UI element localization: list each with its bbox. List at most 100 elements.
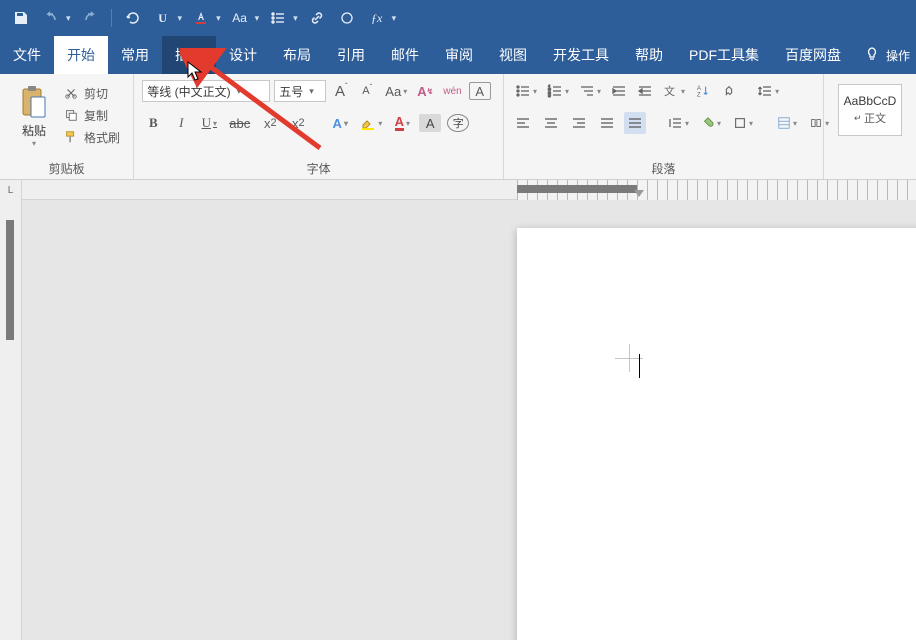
- tab-mail[interactable]: 邮件: [378, 36, 432, 74]
- bold-button[interactable]: B: [142, 112, 164, 134]
- quick-access-bar: ▾ U ▾ ▾ Aa ▾ ▾ ƒx ▾: [0, 0, 916, 36]
- tab-help[interactable]: 帮助: [622, 36, 676, 74]
- align-center-button[interactable]: [540, 112, 562, 134]
- text-caret: [639, 354, 640, 378]
- tab-file[interactable]: 文件: [0, 36, 54, 74]
- tab-baidu[interactable]: 百度网盘: [772, 36, 854, 74]
- menu-tabs-bar: 文件 开始 常用 插入 设计 布局 引用 邮件 审阅 视图 开发工具 帮助 PD…: [0, 36, 916, 74]
- cut-button[interactable]: 剪切: [60, 82, 124, 104]
- tabs-right: 操作: [858, 36, 916, 74]
- tell-me[interactable]: 操作: [886, 47, 910, 64]
- underline-dropdown-icon[interactable]: ▾: [176, 13, 185, 24]
- font-color-icon[interactable]: [188, 5, 214, 31]
- increase-indent-button[interactable]: [634, 80, 656, 102]
- tab-insert[interactable]: 插入: [162, 36, 216, 74]
- chevron-down-icon: ▾: [237, 86, 242, 97]
- save-icon[interactable]: [8, 5, 34, 31]
- strikethrough-button[interactable]: abc: [226, 112, 253, 134]
- horizontal-ruler[interactable]: L: [0, 180, 916, 200]
- function-icon[interactable]: ƒx: [364, 5, 390, 31]
- multilevel-list-button[interactable]: ▾: [576, 80, 604, 102]
- char-shading-button[interactable]: A: [419, 114, 441, 132]
- enclose-char-button[interactable]: 字: [447, 114, 469, 132]
- shrink-font-button[interactable]: Aˇ: [356, 80, 378, 102]
- refresh-icon[interactable]: [120, 5, 146, 31]
- tab-selector-icon[interactable]: L: [0, 180, 22, 200]
- bulb-icon[interactable]: [864, 46, 880, 65]
- tab-developer[interactable]: 开发工具: [540, 36, 622, 74]
- highlight-button[interactable]: ▾: [357, 112, 385, 134]
- copy-button[interactable]: 复制: [60, 104, 124, 126]
- group-label-paragraph: 段落: [504, 160, 823, 177]
- vertical-ruler[interactable]: [0, 200, 22, 640]
- font-size-combo[interactable]: 五号 ▾: [274, 80, 326, 102]
- shading-button[interactable]: ▾: [698, 112, 724, 134]
- group-styles: AaBbCcD ↵ 正文: [824, 74, 916, 179]
- qa-separator: [111, 9, 112, 27]
- character-border-button[interactable]: A: [469, 82, 491, 100]
- paste-label: 粘贴: [22, 122, 46, 139]
- phonetic-guide-button[interactable]: wén: [440, 80, 464, 102]
- grow-font-button[interactable]: Aˆ: [330, 80, 352, 102]
- font-color-dropdown-icon[interactable]: ▾: [214, 13, 223, 24]
- paste-dropdown-icon[interactable]: ▾: [32, 139, 36, 148]
- tab-common[interactable]: 常用: [108, 36, 162, 74]
- line-spacing2-button[interactable]: ▾: [664, 112, 692, 134]
- clear-formatting-button[interactable]: A↯: [414, 80, 436, 102]
- superscript-button[interactable]: x2: [287, 112, 309, 134]
- font-name-combo[interactable]: 等线 (中文正文) ▾: [142, 80, 270, 102]
- group-paragraph: ▾ 123▾ ▾ 文▾ AZ: [504, 74, 824, 179]
- tab-review[interactable]: 审阅: [432, 36, 486, 74]
- line-spacing-button[interactable]: ▾: [754, 80, 782, 102]
- bullets-button[interactable]: ▾: [512, 80, 540, 102]
- document-page[interactable]: [517, 228, 916, 640]
- caret-guide: [629, 344, 630, 372]
- ruler-margin-indicator: [517, 185, 637, 193]
- font-size-value: 五号: [279, 83, 303, 100]
- style-normal[interactable]: AaBbCcD ↵ 正文: [838, 84, 902, 136]
- link-icon[interactable]: [304, 5, 330, 31]
- numbering-button[interactable]: 123▾: [544, 80, 572, 102]
- subscript-button[interactable]: x2: [259, 112, 281, 134]
- borders-button[interactable]: ▾: [730, 112, 756, 134]
- style-sample: AaBbCcD: [844, 94, 897, 108]
- circle-icon[interactable]: [334, 5, 360, 31]
- align-justify-button[interactable]: [596, 112, 618, 134]
- tab-home[interactable]: 开始: [54, 36, 108, 74]
- paste-button[interactable]: [13, 84, 55, 120]
- ruler-margin-indicator: [6, 220, 14, 340]
- case-dropdown-icon[interactable]: ▾: [253, 13, 262, 24]
- tab-view[interactable]: 视图: [486, 36, 540, 74]
- indent-marker-icon[interactable]: [634, 190, 644, 197]
- underline-icon[interactable]: U: [150, 5, 176, 31]
- undo-icon[interactable]: [38, 5, 64, 31]
- italic-button[interactable]: I: [170, 112, 192, 134]
- change-case-button[interactable]: Aa▾: [382, 80, 410, 102]
- tab-design[interactable]: 设计: [216, 36, 270, 74]
- case-icon[interactable]: Aa: [227, 5, 253, 31]
- text-effects-button[interactable]: A▾: [329, 112, 351, 134]
- decrease-indent-button[interactable]: [608, 80, 630, 102]
- copy-label: 复制: [84, 107, 108, 124]
- redo-icon[interactable]: [77, 5, 103, 31]
- qa-customize-icon[interactable]: ▾: [390, 13, 399, 24]
- align-distributed-button[interactable]: [624, 112, 646, 134]
- underline-button[interactable]: U▾: [198, 112, 220, 134]
- tab-layout[interactable]: 布局: [270, 36, 324, 74]
- cut-label: 剪切: [84, 85, 108, 102]
- show-marks-button[interactable]: [718, 80, 740, 102]
- text-direction-button[interactable]: 文▾: [660, 80, 688, 102]
- undo-dropdown-icon[interactable]: ▾: [64, 13, 73, 24]
- bullets-dropdown-icon[interactable]: ▾: [291, 13, 300, 24]
- align-right-button[interactable]: [568, 112, 590, 134]
- bullets-icon[interactable]: [265, 5, 291, 31]
- sort-button[interactable]: AZ: [692, 80, 714, 102]
- svg-text:文: 文: [664, 84, 675, 98]
- tab-pdf[interactable]: PDF工具集: [676, 36, 772, 74]
- font-color-button[interactable]: A▾: [391, 112, 413, 134]
- snap-to-grid-button[interactable]: ▾: [774, 112, 800, 134]
- tab-references[interactable]: 引用: [324, 36, 378, 74]
- format-painter-button[interactable]: 格式刷: [60, 126, 124, 148]
- group-font: 等线 (中文正文) ▾ 五号 ▾ Aˆ Aˇ Aa▾ A↯ wén A B I …: [134, 74, 504, 179]
- align-left-button[interactable]: [512, 112, 534, 134]
